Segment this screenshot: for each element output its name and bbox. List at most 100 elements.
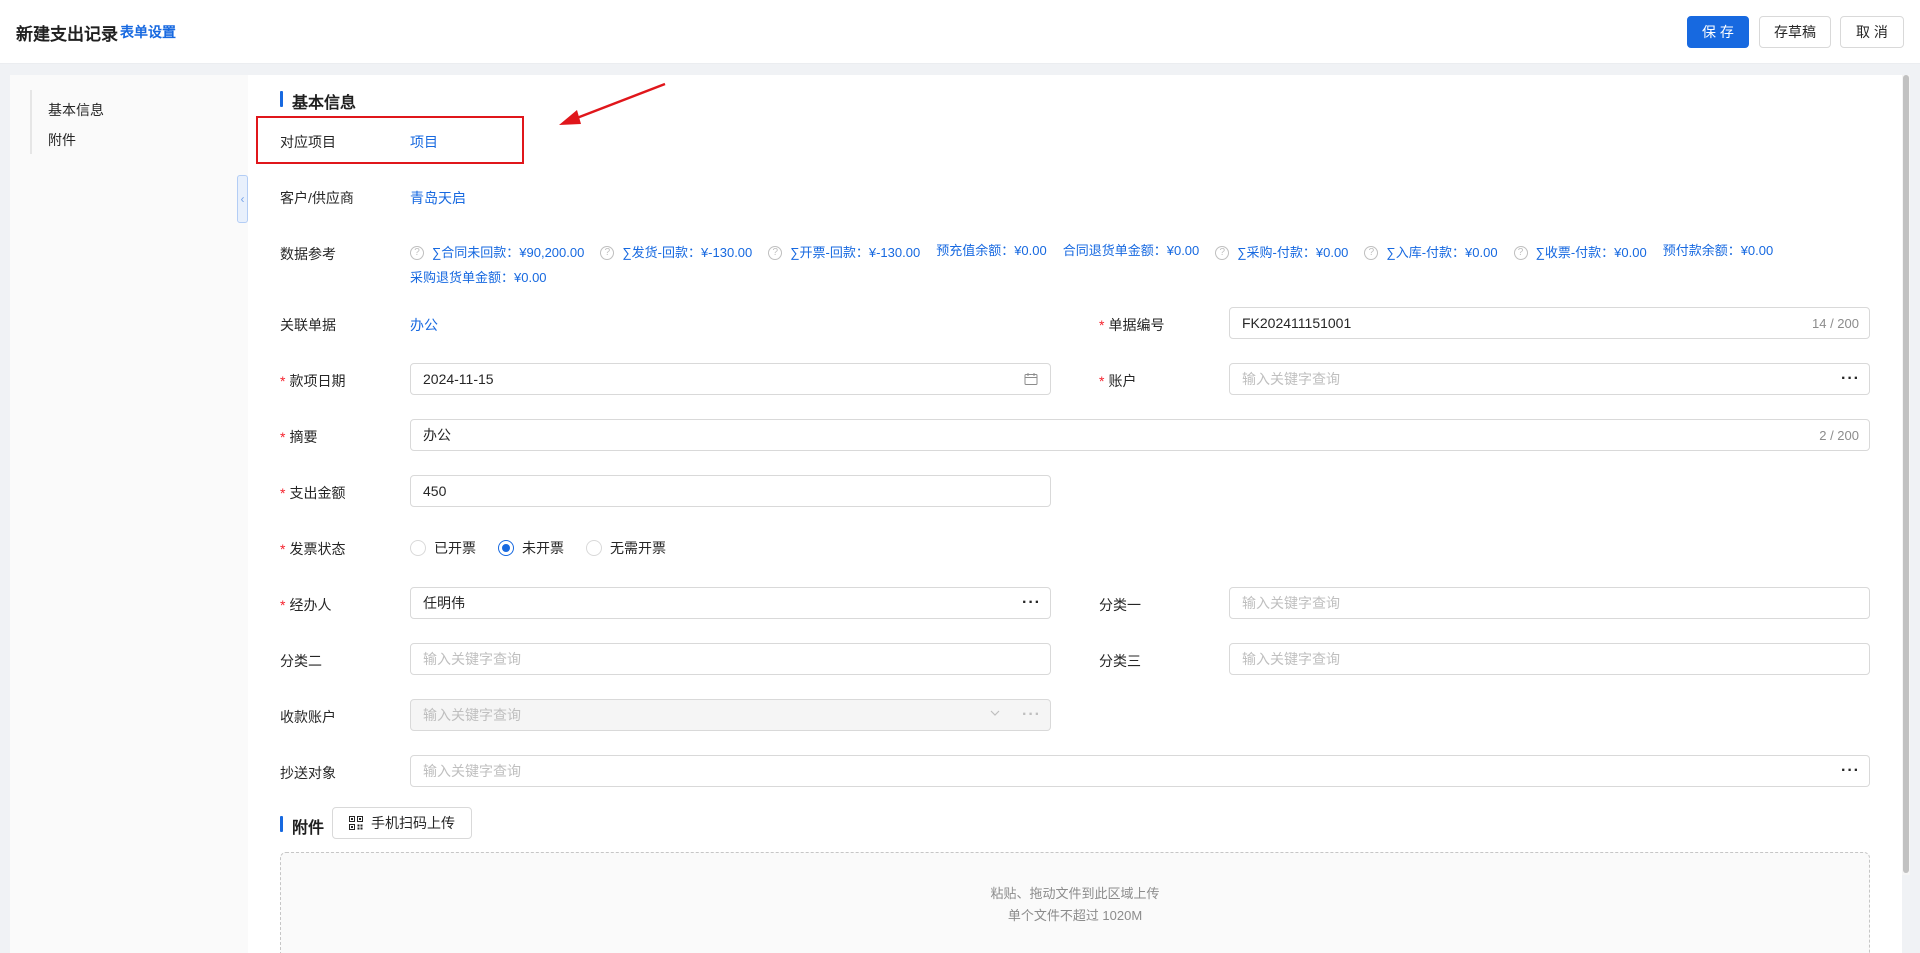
cc-input[interactable]: 输入关键字查询 [410,755,1833,787]
data-reference-item: 采购退货单金额：¥0.00 [410,265,547,290]
receiving-account-select[interactable]: 输入关键字查询 [410,699,1014,731]
category3-label: 分类三 [1099,653,1141,669]
radio-circle-checked[interactable] [498,540,514,556]
receiving-account-placeholder: 输入关键字查询 [423,707,521,723]
radio-circle[interactable] [410,540,426,556]
radio-no-invoice-needed[interactable]: 无需开票 [586,538,666,558]
account-label: * 账户 [1099,373,1137,389]
required-mark: * [280,429,286,445]
amount-label: * 支出金额 [280,485,346,501]
data-reference-label: 数据参考 [280,246,336,262]
data-reference-item: 预充值余额：¥0.00 [936,238,1047,263]
scrollbar[interactable] [1902,75,1910,875]
calendar-icon [1024,372,1038,389]
summary-value: 办公 [423,427,451,443]
radio-circle[interactable] [586,540,602,556]
save-button[interactable]: 保 存 [1687,16,1749,48]
data-reference-list: ? ∑合同未回款：¥90,200.00? ∑发货-回款：¥-130.00? ∑开票-回… [410,238,1860,290]
category1-placeholder: 输入关键字查询 [1242,595,1340,611]
mobile-scan-upload-button[interactable]: 手机扫码上传 [332,807,472,839]
data-reference-item: ? ∑合同未回款：¥90,200.00 [410,240,584,265]
form-panel [248,75,1902,953]
nav-item-basic-info[interactable]: 基本信息 [48,100,104,120]
handler-label: * 经办人 [280,597,332,613]
category1-label: 分类一 [1099,597,1141,613]
collapse-nav-handle[interactable]: ‹ [237,175,248,223]
scrollbar-thumb[interactable] [1903,75,1909,873]
page-title: 新建支出记录 [16,25,118,44]
help-icon[interactable]: ? [1513,245,1528,260]
data-reference-item: ? ∑收票-付款：¥0.00 [1513,240,1647,265]
related-doc-label: 关联单据 [280,317,336,333]
nav-divider [30,90,32,154]
category1-input[interactable]: 输入关键字查询 [1229,587,1870,619]
customer-link[interactable]: 青岛天启 [410,188,466,208]
help-icon[interactable]: ? [410,245,424,260]
data-reference-item: ? ∑开票-回款：¥-130.00 [768,240,920,265]
invoice-status-radio-group: 已开票 未开票 无需开票 [410,538,688,558]
upload-hint: 粘贴、拖动文件到此区域上传 [990,886,1160,901]
save-draft-button[interactable]: 存草稿 [1759,16,1831,48]
receiving-account-label: 收款账户 [280,709,336,725]
summary-input[interactable]: 办公 2 / 200 [410,419,1870,451]
data-reference-text: 预付款余额：¥0.00 [1662,243,1774,258]
doc-no-value: FK202411151001 [1242,315,1352,331]
data-reference-text: 采购退货单金额：¥0.00 [410,270,547,285]
chevron-down-icon [989,707,1001,722]
help-icon[interactable]: ? [600,245,615,260]
handler-input[interactable]: 任明伟 [410,587,1014,619]
related-doc-link[interactable]: 办公 [410,315,438,335]
cc-label: 抄送对象 [280,765,336,781]
data-reference-item: 预付款余额：¥0.00 [1663,238,1774,263]
help-icon[interactable]: ? [768,245,783,260]
account-input[interactable]: 输入关键字查询 [1229,363,1833,395]
data-reference-text: ∑发货-回款：¥-130.00 [622,245,753,260]
cancel-button[interactable]: 取 消 [1840,16,1904,48]
receiving-account-picker-button[interactable]: ··· [1013,699,1051,731]
radio-invoiced[interactable]: 已开票 [410,538,476,558]
help-icon[interactable]: ? [1364,245,1379,260]
category3-placeholder: 输入关键字查询 [1242,651,1340,667]
date-label: * 款项日期 [280,373,346,389]
chevron-left-icon: ‹ [240,192,245,206]
data-reference-item: 合同退货单金额：¥0.00 [1063,238,1200,263]
qr-code-icon [349,816,363,830]
customer-label: 客户/供应商 [280,190,354,206]
required-mark: * [1099,373,1105,389]
category2-input[interactable]: 输入关键字查询 [410,643,1051,675]
date-value: 2024-11-15 [423,371,494,387]
cc-picker-button[interactable]: ··· [1832,755,1870,787]
date-picker[interactable]: 2024-11-15 [410,363,1051,395]
data-reference-item: ? ∑采购-付款：¥0.00 [1215,240,1348,265]
file-drop-zone[interactable]: 粘贴、拖动文件到此区域上传 单个文件不超过 1020M [280,852,1870,953]
category3-input[interactable]: 输入关键字查询 [1229,643,1870,675]
required-mark: * [280,597,286,613]
doc-no-label: * 单据编号 [1099,317,1165,333]
handler-value: 任明伟 [423,595,465,611]
data-reference-text: ∑采购-付款：¥0.00 [1237,245,1349,260]
section-nav: 基本信息 附件 [10,75,248,953]
form-settings-link[interactable]: 表单设置 [120,22,176,42]
data-reference-text: ∑收票-付款：¥0.00 [1535,245,1647,260]
data-reference-text: ∑合同未回款：¥90,200.00 [432,245,585,260]
radio-not-invoiced[interactable]: 未开票 [498,538,564,558]
account-picker-button[interactable]: ··· [1832,363,1870,395]
section-title-basic-info: 基本信息 [280,89,356,113]
account-placeholder: 输入关键字查询 [1242,371,1340,387]
invoice-status-label: * 发票状态 [280,541,346,557]
upload-size-limit: 单个文件不超过 1020M [1007,908,1143,923]
amount-value: 450 [423,483,447,499]
amount-input[interactable]: 450 [410,475,1051,507]
handler-picker-button[interactable]: ··· [1013,587,1051,619]
mobile-scan-upload-label: 手机扫码上传 [371,815,455,831]
top-bar: 新建支出记录 表单设置 保 存 存草稿 取 消 [0,0,1920,64]
required-mark: * [1099,317,1105,333]
more-icon: ··· [1022,706,1041,723]
data-reference-text: ∑开票-回款：¥-130.00 [790,245,921,260]
nav-item-attachments[interactable]: 附件 [48,130,76,150]
required-mark: * [280,373,286,389]
help-icon[interactable]: ? [1215,245,1230,260]
doc-no-input[interactable]: FK202411151001 14 / 200 [1229,307,1870,339]
cc-placeholder: 输入关键字查询 [423,763,521,779]
data-reference-text: 合同退货单金额：¥0.00 [1062,243,1200,258]
